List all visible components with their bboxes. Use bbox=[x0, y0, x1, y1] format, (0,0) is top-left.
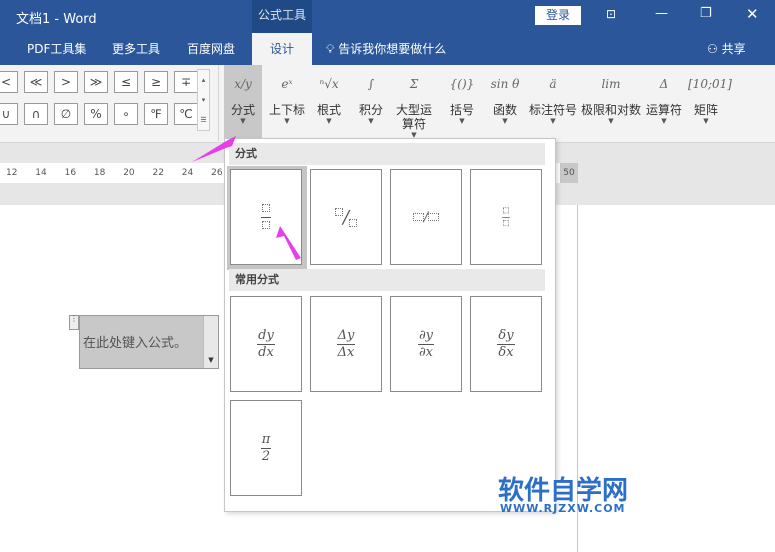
watermark-url: WWW.RJZXW.COM bbox=[500, 502, 626, 515]
pointer-arrow-icon bbox=[192, 136, 236, 162]
annotation-arrows bbox=[192, 136, 301, 260]
pointer-arrow-icon bbox=[276, 226, 301, 260]
